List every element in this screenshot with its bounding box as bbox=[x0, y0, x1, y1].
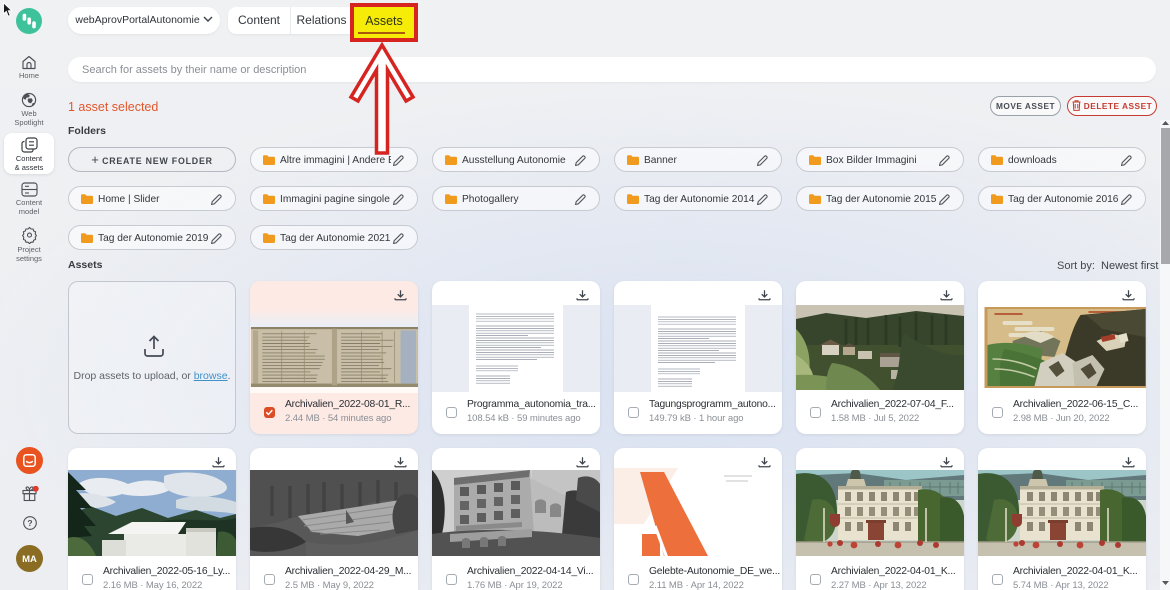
svg-text:?: ? bbox=[27, 518, 32, 528]
svg-text:MA: MA bbox=[22, 554, 37, 565]
